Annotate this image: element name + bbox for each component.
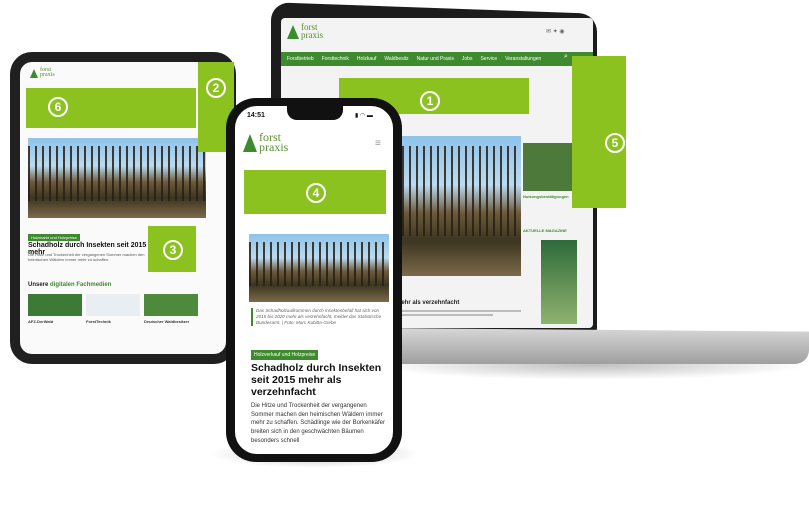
badge-1: 1 — [420, 91, 440, 111]
nav-item[interactable]: Holzkauf — [357, 56, 376, 62]
tablet-mags-title: Unsere digitalen Fachmedien — [28, 282, 112, 288]
status-icons: ▮ ◠ ▬ — [355, 113, 373, 119]
nav-item[interactable]: Jobs — [462, 56, 473, 62]
social-icons[interactable]: ✉ ✦ ◉ — [546, 28, 565, 35]
phone-screen: 14:51 ▮ ◠ ▬ forst praxis ≡ Das Schadholz… — [235, 106, 393, 454]
sidebar-tag: Nutzungsbestätigungen — [523, 194, 569, 199]
sidebar-ad-image[interactable] — [523, 143, 573, 191]
image-caption: Das Schadholzaufkommen durch Insektenbef… — [251, 308, 390, 326]
phone-notch — [287, 104, 343, 120]
hamburger-menu-icon[interactable]: ≡ — [375, 138, 381, 149]
tablet-article-image — [28, 138, 206, 218]
mag-forsttechnik-cover[interactable] — [86, 294, 140, 316]
badge-5: 5 — [605, 133, 625, 153]
tablet-body: Die Hitze und Trockenheit der vergangene… — [28, 252, 145, 262]
nav-item[interactable]: Forstbetrieb — [287, 56, 314, 62]
laptop-base — [380, 328, 809, 364]
badge-4: 4 — [306, 183, 326, 203]
logo-line2: praxis — [301, 29, 323, 40]
status-time: 14:51 — [247, 112, 265, 119]
ad-skyscraper-5[interactable] — [572, 56, 626, 208]
nav-item[interactable]: Forsttechnik — [322, 56, 349, 62]
mag-waldbesitzer-cover[interactable] — [144, 294, 198, 316]
phone-logo[interactable]: forst praxis — [243, 131, 288, 153]
mag-forsttechnik-label[interactable]: ForstTechnik — [86, 319, 111, 324]
tree-logo-icon — [243, 134, 257, 153]
article-image — [381, 136, 521, 276]
sidebar-section-title: AKTUELLE MAGAZINE — [523, 228, 567, 233]
nav-item[interactable]: Natur und Praxis — [417, 56, 454, 62]
phone-body: Die Hitze und Trockenheit der vergangene… — [251, 403, 385, 444]
laptop-nav: Forstbetrieb Forsttechnik Holzkauf Waldb… — [281, 52, 593, 66]
tree-logo-icon — [287, 25, 299, 40]
mag-waldbesitzer-label[interactable]: Deutscher Waldbesitzer — [144, 319, 189, 324]
nav-item[interactable]: Waldbesitz — [384, 56, 408, 62]
tablet-logo[interactable]: forst praxis — [30, 67, 55, 79]
phone-headline[interactable]: Schadholz durch Insekten seit 2015 mehr … — [251, 362, 387, 398]
search-icon[interactable]: ⌕ — [564, 53, 568, 61]
laptop-logo[interactable]: forst praxis — [287, 23, 323, 40]
magazine-cover[interactable] — [541, 240, 577, 324]
mag-afz-cover[interactable] — [28, 294, 82, 316]
tablet-tag[interactable]: Holzmarkt und Holzpreise — [28, 234, 80, 241]
badge-6: 6 — [48, 97, 68, 117]
nav-item[interactable]: Service — [480, 56, 497, 62]
laptop-body-lines — [381, 310, 521, 320]
tree-logo-icon — [30, 69, 38, 79]
badge-2: 2 — [206, 78, 226, 98]
badge-3: 3 — [163, 240, 183, 260]
phone-tag[interactable]: Holzverkauf und Holzpreise — [251, 350, 319, 360]
mag-afz-label[interactable]: AFZ-DerWald — [28, 319, 53, 324]
nav-item[interactable]: Veranstaltungen — [505, 56, 541, 62]
phone-article-image — [249, 234, 389, 302]
